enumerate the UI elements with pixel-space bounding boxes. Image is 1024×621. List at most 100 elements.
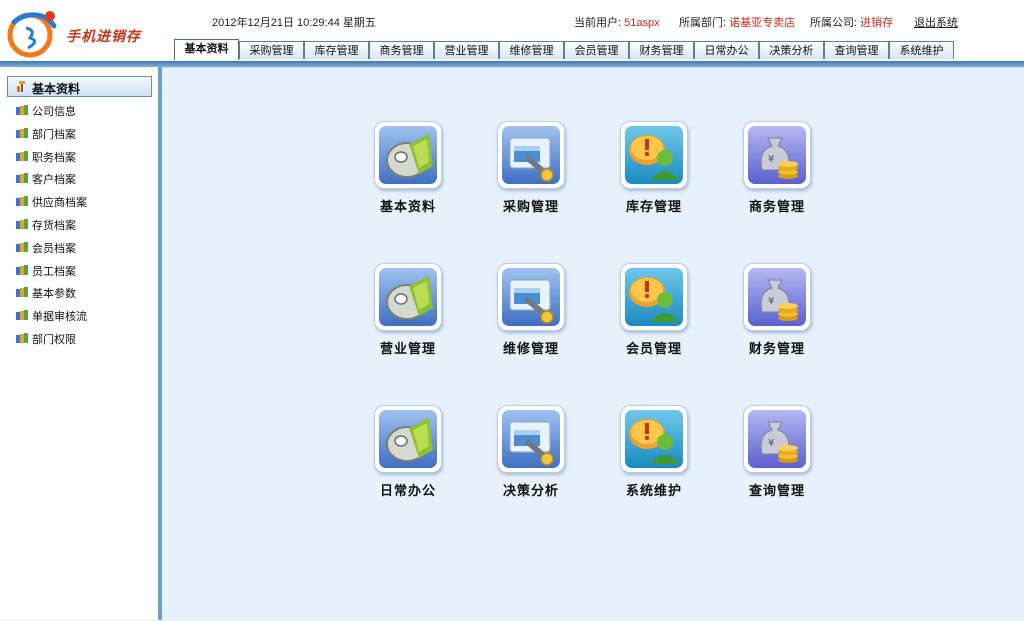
wrench-icon — [502, 126, 560, 184]
disk-icon — [379, 126, 437, 184]
current-user: 当前用户: 51aspx — [574, 14, 660, 30]
company-value: 进销存 — [860, 17, 894, 29]
tab-decision-analysis[interactable]: 决策分析 — [759, 41, 824, 59]
folder-stack-icon — [16, 173, 28, 184]
module-icon-frame: ¥ — [743, 405, 811, 473]
main-tabs: 基本资料 采购管理 库存管理 商务管理 营业管理 维修管理 会员管理 财务管理 … — [174, 39, 954, 61]
folder-stack-icon — [16, 105, 28, 115]
sidebar: 基本资料 公司信息 部门档案 职务档案 客户档案 供应商档案 存货档案 会员档案 员工档案 基本… — [0, 67, 162, 620]
logout-link[interactable]: 退出系统 — [914, 14, 958, 30]
dept-value: 诺基亚专卖店 — [729, 17, 796, 29]
folder-stack-icon — [16, 127, 28, 138]
module-label: 系统维护 — [625, 483, 682, 498]
datetime: 2012年12月21日 10:29:44 星期五 — [212, 17, 376, 29]
sidebar-item-label: 基本参数 — [32, 288, 76, 301]
module-panel: 基本资料 采购管理 库存管理 ¥ 商务管理营业管理 维修管理 会员管理 ¥ 财务管理日常办公 决策… — [162, 67, 1024, 621]
module-icon-frame — [620, 263, 688, 331]
company: 所属公司: 进销存 — [810, 14, 893, 30]
module-icon-frame — [620, 405, 688, 473]
tab-inventory[interactable]: 库存管理 — [304, 41, 369, 59]
sidebar-item-label: 存货档案 — [32, 220, 76, 232]
disk-icon — [379, 268, 437, 326]
tab-business[interactable]: 商务管理 — [369, 41, 434, 59]
tab-finance[interactable]: 财务管理 — [629, 41, 694, 59]
svg-text:¥: ¥ — [768, 296, 774, 307]
tab-basic-info[interactable]: 基本资料 — [174, 39, 239, 60]
module-tile-repair[interactable]: 维修管理 — [488, 263, 578, 363]
module-icon-frame — [497, 263, 565, 331]
module-label: 会员管理 — [625, 341, 682, 356]
wrench-icon — [502, 410, 560, 468]
user-alert-icon — [625, 126, 683, 184]
tab-system-maintenance[interactable]: 系统维护 — [889, 41, 954, 59]
user-label: 当前用户: — [574, 17, 622, 29]
svg-text:¥: ¥ — [768, 154, 774, 165]
logo-mark-icon — [7, 11, 57, 58]
module-tile-purchase[interactable]: 采购管理 — [488, 121, 578, 221]
module-tile-business[interactable]: ¥ 商务管理 — [734, 121, 824, 221]
app-logo: 手机进销存 — [6, 8, 166, 58]
module-label: 基本资料 — [379, 199, 436, 214]
folder-stack-icon — [16, 241, 28, 252]
module-tile-system-maintenance[interactable]: 系统维护 — [611, 405, 701, 505]
tab-query[interactable]: 查询管理 — [824, 41, 889, 59]
sidebar-item-label: 供应商档案 — [32, 197, 87, 210]
module-icon-frame — [374, 121, 442, 189]
module-label: 库存管理 — [625, 199, 682, 214]
module-label: 商务管理 — [748, 199, 805, 214]
folder-stack-icon — [16, 196, 28, 207]
module-icon-frame — [497, 121, 565, 189]
folder-stack-icon — [16, 150, 28, 161]
module-tile-query[interactable]: ¥ 查询管理 — [734, 405, 824, 505]
user-value: 51aspx — [624, 17, 660, 29]
tab-repair[interactable]: 维修管理 — [499, 41, 564, 59]
app-name: 手机进销存 — [66, 29, 141, 45]
module-label: 财务管理 — [748, 341, 805, 356]
folder-stack-icon — [16, 219, 28, 229]
module-tile-sales[interactable]: 营业管理 — [365, 263, 455, 363]
company-label: 所属公司: — [810, 17, 858, 29]
folder-stack-icon — [16, 264, 28, 275]
module-icon-frame — [374, 405, 442, 473]
money-bag-icon: ¥ — [748, 268, 806, 326]
module-label: 采购管理 — [502, 199, 559, 214]
disk-icon — [379, 410, 437, 468]
module-label: 查询管理 — [748, 483, 805, 498]
user-alert-icon — [625, 268, 683, 326]
user-alert-icon — [625, 410, 683, 468]
module-tile-decision-analysis[interactable]: 决策分析 — [488, 405, 578, 505]
module-tile-member[interactable]: 会员管理 — [611, 263, 701, 363]
module-icon-frame — [497, 405, 565, 473]
folder-stack-icon — [16, 310, 28, 321]
module-tile-inventory[interactable]: 库存管理 — [611, 121, 701, 221]
module-icon-frame — [374, 263, 442, 331]
module-tile-daily-office[interactable]: 日常办公 — [365, 405, 455, 505]
module-tile-finance[interactable]: ¥ 财务管理 — [734, 263, 824, 363]
wrench-icon — [502, 268, 560, 326]
module-label: 日常办公 — [379, 483, 436, 498]
module-label: 维修管理 — [502, 341, 559, 356]
money-bag-icon: ¥ — [748, 126, 806, 184]
folder-stack-icon — [16, 287, 28, 298]
tab-sales[interactable]: 营业管理 — [434, 41, 499, 59]
header: 手机进销存 2012年12月21日 10:29:44 星期五 当前用户: 51a… — [0, 0, 1024, 66]
sidebar-item-label: 部门权限 — [32, 334, 76, 346]
module-icon-frame: ¥ — [743, 121, 811, 189]
tools-icon — [17, 81, 25, 92]
sidebar-item-label: 会员档案 — [32, 242, 76, 255]
sidebar-item-label: 单据审核流 — [32, 311, 87, 324]
folder-stack-icon — [16, 333, 28, 343]
tab-purchase[interactable]: 采购管理 — [239, 41, 304, 59]
sidebar-header[interactable]: 基本资料 — [7, 76, 152, 97]
module-label: 决策分析 — [502, 483, 559, 498]
tab-daily-office[interactable]: 日常办公 — [694, 41, 759, 59]
department: 所属部门: 诺基亚专卖店 — [679, 14, 795, 30]
dept-label: 所属部门: — [679, 17, 727, 29]
money-bag-icon: ¥ — [748, 410, 806, 468]
module-icon-frame: ¥ — [743, 263, 811, 331]
sidebar-item-label: 公司信息 — [32, 106, 76, 118]
module-tile-basic-info[interactable]: 基本资料 — [365, 121, 455, 221]
module-icon-frame — [620, 121, 688, 189]
tab-member[interactable]: 会员管理 — [564, 41, 629, 59]
sidebar-item-label: 员工档案 — [32, 265, 76, 278]
